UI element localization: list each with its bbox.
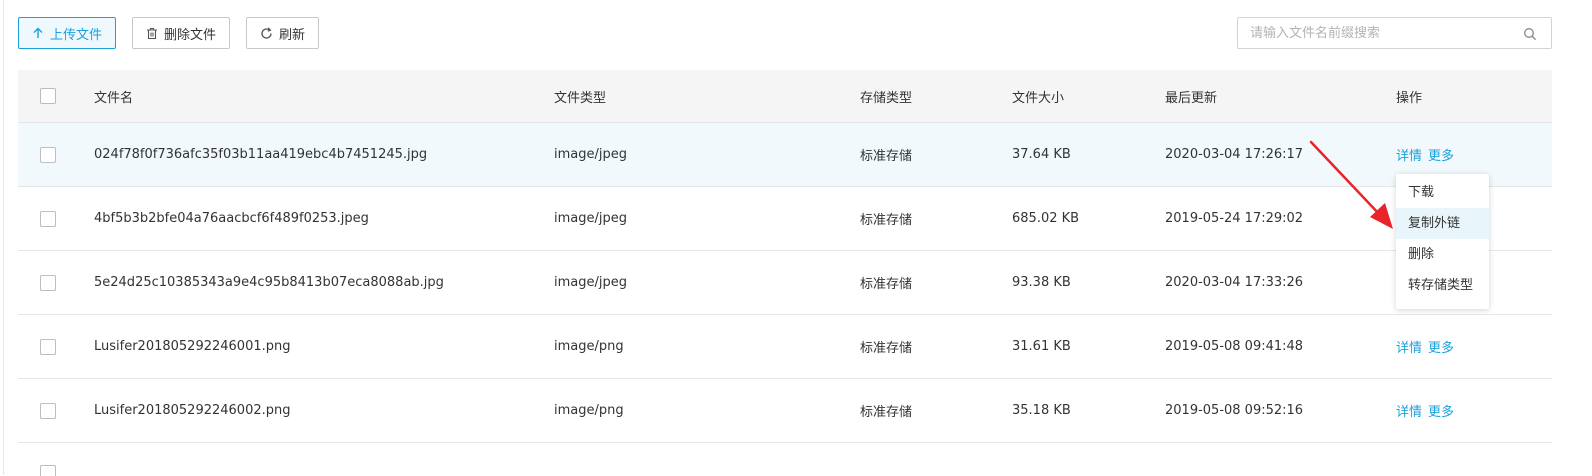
storage-type: 标准存储 bbox=[860, 213, 913, 228]
delete-files-label: 删除文件 bbox=[164, 27, 217, 43]
file-size: 37.64 KB bbox=[1012, 147, 1071, 162]
refresh-label: 刷新 bbox=[279, 27, 306, 43]
row-actions: 详情 更多 bbox=[1396, 379, 1454, 442]
file-size: 93.38 KB bbox=[1012, 275, 1071, 290]
row-checkbox[interactable] bbox=[40, 274, 56, 291]
menu-item-download[interactable]: 下载 bbox=[1396, 177, 1489, 208]
table-row: 4bf5b3b2bfe04a76aacbcf6f489f0253.jpeg im… bbox=[18, 187, 1552, 251]
column-header-actions: 操作 bbox=[1396, 90, 1423, 106]
last-updated: 2020-03-04 17:33:26 bbox=[1165, 275, 1304, 290]
column-header-updated: 最后更新 bbox=[1165, 90, 1218, 106]
column-header-storage: 存储类型 bbox=[860, 90, 913, 106]
storage-type: 标准存储 bbox=[860, 277, 913, 292]
select-all-checkbox[interactable] bbox=[40, 88, 56, 104]
table-row: Lusifer201805292246002.png image/png 标准存… bbox=[18, 379, 1552, 443]
row-actions: 详情 更多 bbox=[1396, 315, 1454, 378]
upload-button[interactable]: 上传文件 bbox=[18, 17, 117, 49]
row-checkbox[interactable] bbox=[40, 402, 56, 419]
refresh-button[interactable]: 刷新 bbox=[246, 17, 320, 49]
detail-link[interactable]: 详情 bbox=[1396, 401, 1422, 420]
file-name: Lusifer201805292246001.png bbox=[94, 339, 291, 354]
next-row-checkbox-partial[interactable] bbox=[40, 465, 56, 476]
menu-item-delete[interactable]: 删除 bbox=[1396, 239, 1489, 270]
table-row: 5e24d25c10385343a9e4c95b8413b07eca8088ab… bbox=[18, 251, 1552, 315]
file-name: 4bf5b3b2bfe04a76aacbcf6f489f0253.jpeg bbox=[94, 211, 369, 226]
column-header-size: 文件大小 bbox=[1012, 90, 1065, 106]
detail-link[interactable]: 详情 bbox=[1396, 145, 1422, 164]
file-type: image/jpeg bbox=[554, 275, 627, 290]
column-header-type: 文件类型 bbox=[554, 90, 607, 106]
delete-files-button[interactable]: 删除文件 bbox=[132, 17, 231, 49]
last-updated: 2019-05-24 17:29:02 bbox=[1165, 211, 1304, 226]
column-header-name: 文件名 bbox=[94, 90, 134, 106]
left-border bbox=[3, 0, 4, 475]
last-updated: 2019-05-08 09:52:16 bbox=[1165, 403, 1304, 418]
file-type: image/jpeg bbox=[554, 147, 627, 162]
file-type: image/png bbox=[554, 403, 624, 418]
storage-type: 标准存储 bbox=[860, 149, 913, 164]
file-name: 5e24d25c10385343a9e4c95b8413b07eca8088ab… bbox=[94, 275, 444, 290]
table-row: Lusifer201805292246001.png image/png 标准存… bbox=[18, 315, 1552, 379]
search-input[interactable] bbox=[1238, 18, 1532, 48]
search-icon[interactable] bbox=[1523, 26, 1537, 45]
arrow-up-icon bbox=[32, 27, 44, 39]
table-row: 024f78f0f736afc35f03b11aa419ebc4b7451245… bbox=[18, 123, 1552, 187]
more-link[interactable]: 更多 bbox=[1428, 337, 1454, 356]
last-updated: 2020-03-04 17:26:17 bbox=[1165, 147, 1304, 162]
file-name: Lusifer201805292246002.png bbox=[94, 403, 291, 418]
more-link[interactable]: 更多 bbox=[1428, 145, 1454, 164]
toolbar: 上传文件 删除文件 刷新 bbox=[18, 17, 320, 49]
refresh-icon bbox=[260, 26, 273, 40]
row-checkbox[interactable] bbox=[40, 210, 56, 227]
table-header: 文件名 文件类型 存储类型 文件大小 最后更新 操作 bbox=[18, 70, 1552, 123]
row-checkbox[interactable] bbox=[40, 146, 56, 163]
file-size: 35.18 KB bbox=[1012, 403, 1071, 418]
row-checkbox[interactable] bbox=[40, 338, 56, 355]
file-type: image/png bbox=[554, 339, 624, 354]
detail-link[interactable]: 详情 bbox=[1396, 337, 1422, 356]
storage-type: 标准存储 bbox=[860, 341, 913, 356]
last-updated: 2019-05-08 09:41:48 bbox=[1165, 339, 1304, 354]
storage-type: 标准存储 bbox=[860, 405, 913, 420]
menu-item-copy-link[interactable]: 复制外链 bbox=[1396, 208, 1489, 239]
more-actions-menu: 下载 复制外链 删除 转存储类型 bbox=[1396, 174, 1489, 309]
upload-label: 上传文件 bbox=[50, 27, 103, 43]
menu-item-change-storage[interactable]: 转存储类型 bbox=[1396, 270, 1489, 301]
search-box bbox=[1237, 17, 1552, 49]
file-table: 文件名 文件类型 存储类型 文件大小 最后更新 操作 024f78f0f736a… bbox=[18, 70, 1552, 443]
file-name: 024f78f0f736afc35f03b11aa419ebc4b7451245… bbox=[94, 147, 428, 162]
file-type: image/jpeg bbox=[554, 211, 627, 226]
more-link[interactable]: 更多 bbox=[1428, 401, 1454, 420]
file-size: 685.02 KB bbox=[1012, 211, 1080, 226]
file-size: 31.61 KB bbox=[1012, 339, 1071, 354]
trash-icon bbox=[146, 27, 158, 40]
